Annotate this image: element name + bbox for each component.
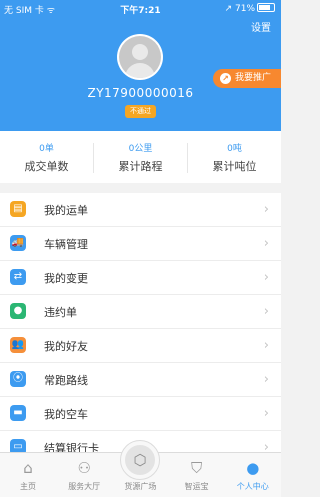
user-id: ZY17900000016 [87, 86, 194, 100]
truck-icon: 🚚 [10, 235, 26, 251]
promote-label: 我要推广 [235, 73, 272, 83]
menu-item-label: 我的好友 [44, 340, 88, 353]
tab-label: 服务大厅 [68, 482, 101, 491]
menu-item[interactable]: ▤ 我的运单 › [0, 193, 281, 227]
menu-item[interactable]: ▬ 我的空车 › [0, 397, 281, 431]
menu-item[interactable]: 👥 我的好友 › [0, 329, 281, 363]
empty-truck-icon: ▬ [10, 405, 26, 421]
friends-icon: 👥 [10, 337, 26, 353]
stat-label: 累计路程 [118, 160, 163, 173]
home-icon: ⌂ [23, 459, 33, 477]
stat-label: 成交单数 [24, 160, 69, 173]
tab-item[interactable]: ⌂ 主页 [0, 453, 56, 497]
menu-item[interactable]: ● 违约单 › [0, 295, 281, 329]
tab-label: 货源广场 [124, 482, 157, 491]
stat-value: 0单 [39, 144, 54, 154]
stat-value: 0吨 [227, 144, 242, 154]
avatar[interactable] [117, 34, 163, 80]
tab-label: 主页 [20, 482, 36, 491]
tab-label: 个人中心 [236, 482, 269, 491]
bank-card-icon: ▭ [10, 439, 26, 453]
route-icon: ⦿ [10, 371, 26, 387]
chevron-right-icon: › [263, 202, 269, 217]
stats-panel: 0单 成交单数 0公里 累计路程 0吨 累计吨位 [0, 131, 281, 183]
promote-button[interactable]: ↗ 我要推广 [213, 69, 281, 88]
stat-tonnage: 0吨 累计吨位 [188, 131, 281, 183]
tab-item[interactable]: ⚇ 服务大厅 [56, 453, 112, 497]
menu-item-label: 常跑路线 [44, 374, 88, 387]
menu-item[interactable]: ⇄ 我的变更 › [0, 261, 281, 295]
menu-item-label: 我的变更 [44, 272, 88, 285]
chevron-right-icon: › [263, 372, 269, 387]
menu-item-label: 违约单 [44, 306, 77, 319]
services-icon: ⚇ [77, 459, 91, 477]
tab-item[interactable]: ● 个人中心 [225, 453, 281, 497]
battery-label: ↗ 71% [224, 4, 255, 14]
menu-item-label: 我的运单 [44, 204, 88, 217]
stat-value: 0公里 [128, 144, 153, 154]
chevron-right-icon: › [263, 338, 269, 353]
stat-label: 累计吨位 [212, 160, 257, 173]
stat-orders: 0单 成交单数 [0, 131, 93, 183]
stat-distance: 0公里 累计路程 [94, 131, 187, 183]
breach-icon: ● [10, 303, 26, 319]
status-bar: 无 SIM 卡 ᯤ 下午7:21 ↗ 71% [0, 0, 281, 16]
chevron-right-icon: › [263, 304, 269, 319]
verify-status-badge: 不通过 [125, 105, 156, 118]
chevron-right-icon: › [263, 406, 269, 421]
person-icon: ● [246, 459, 260, 477]
chevron-right-icon: › [263, 270, 269, 285]
menu-item-label: 车辆管理 [44, 238, 88, 251]
menu-item-label: 我的空车 [44, 408, 88, 421]
menu-list: ▤ 我的运单 › 🚚 车辆管理 › ⇄ 我的变更 › ● 违约单 › 👥 我的好友 › ⦿ 常跑路线 › ▬ 我的空车… [0, 193, 281, 453]
shield-icon: ⛉ [190, 459, 203, 477]
battery-indicator: ↗ 71% [225, 3, 275, 14]
battery-icon [257, 3, 275, 12]
menu-item[interactable]: 🚚 车辆管理 › [0, 227, 281, 261]
tab-item[interactable]: ⛉ 智运宝 [169, 453, 225, 497]
cargo-square-center-button[interactable]: ⬡ [120, 440, 160, 480]
chevron-right-icon: › [263, 236, 269, 251]
tab-label: 智运宝 [184, 482, 209, 491]
share-icon: ↗ [220, 73, 231, 84]
cargo-box-icon: ⬡ [125, 445, 155, 475]
menu-item[interactable]: ⦿ 常跑路线 › [0, 363, 281, 397]
settings-button[interactable]: 设置 [251, 19, 271, 34]
profile-header: 无 SIM 卡 ᯤ 下午7:21 ↗ 71% 设置 ZY17900000016 … [0, 0, 281, 131]
shuffle-icon: ⇄ [10, 269, 26, 285]
waybill-icon: ▤ [10, 201, 26, 217]
